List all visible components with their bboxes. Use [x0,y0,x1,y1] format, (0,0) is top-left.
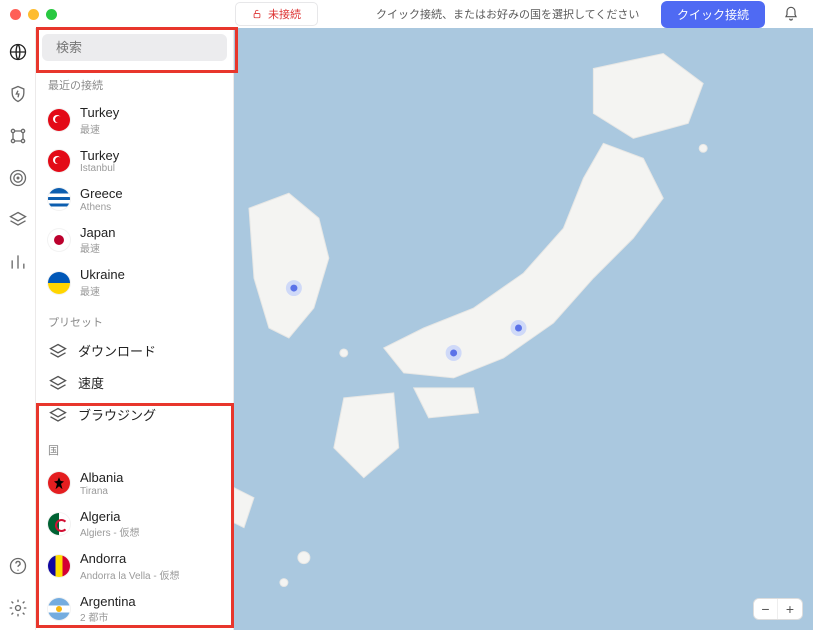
layers-icon[interactable] [8,210,28,230]
titlebar: 未接続 クイック接続、またはお好みの国を選択してください クイック接続 [0,0,813,28]
recent-item[interactable]: TurkeyIstanbul [36,142,233,181]
window-controls [10,9,57,20]
unlocked-icon [252,9,262,19]
flag-icon [48,188,70,210]
preset-name: 速度 [78,376,104,392]
preset-item[interactable]: 速度 [36,368,233,400]
country-sub: 2 都市 [80,609,136,624]
map-view[interactable]: − + [234,28,813,630]
country-sub: 最速 [80,240,115,255]
title-message: クイック接続、またはお好みの国を選択してください [376,6,639,22]
presets-section-label: プリセット [36,304,233,336]
country-sub: Algiers - 仮想 [80,524,139,539]
maximize-window-button[interactable] [46,9,57,20]
country-name: Japan [80,225,115,241]
notifications-icon[interactable] [783,6,799,22]
country-name: Ukraine [80,267,125,283]
flag-icon [48,472,70,494]
country-sub: 最速 [80,121,119,136]
flag-icon [48,513,70,535]
country-name: Greece [80,186,123,202]
flag-icon [48,598,70,620]
connection-status-pill: 未接続 [235,2,318,26]
layers-icon [48,342,68,362]
country-name: Argentina [80,594,136,610]
icon-sidebar [0,28,36,630]
preset-name: ブラウジング [78,408,156,424]
country-item[interactable]: AndorraAndorra la Vella - 仮想 [36,545,233,588]
search-field[interactable] [42,34,227,61]
minimize-window-button[interactable] [28,9,39,20]
flag-icon [48,555,70,577]
globe-icon[interactable] [8,42,28,62]
flag-icon [48,272,70,294]
country-sub: 最速 [80,283,125,298]
country-name: Albania [80,470,123,486]
country-sub: Istanbul [80,163,119,174]
stats-icon[interactable] [8,252,28,272]
country-item[interactable]: AlgeriaAlgiers - 仮想 [36,503,233,546]
shield-bolt-icon[interactable] [8,84,28,104]
target-icon[interactable] [8,168,28,188]
preset-item[interactable]: ダウンロード [36,336,233,368]
countries-section-label: 国 [36,432,233,464]
zoom-out-button[interactable]: − [754,599,778,619]
country-name: Turkey [80,105,119,121]
help-icon[interactable] [8,556,28,576]
country-name: Andorra [80,551,180,567]
country-sub: Athens [80,202,123,213]
flag-icon [48,229,70,251]
close-window-button[interactable] [10,9,21,20]
country-name: Turkey [80,148,119,164]
connection-status-text: 未接続 [268,6,301,22]
zoom-controls: − + [753,598,803,620]
search-input[interactable] [56,40,232,55]
recent-item[interactable]: Japan最速 [36,219,233,262]
country-name: Algeria [80,509,139,525]
recent-item[interactable]: Ukraine最速 [36,261,233,304]
mesh-icon[interactable] [8,126,28,146]
recent-section-label: 最近の接続 [36,67,233,99]
location-sidebar: 最近の接続 Turkey最速TurkeyIstanbulGreeceAthens… [36,28,234,630]
preset-name: ダウンロード [78,344,156,360]
flag-icon [48,150,70,172]
country-sub: Tirana [80,486,123,497]
layers-icon [48,374,68,394]
country-item[interactable]: AlbaniaTirana [36,464,233,503]
country-sub: Andorra la Vella - 仮想 [80,567,180,582]
layers-icon [48,406,68,426]
preset-item[interactable]: ブラウジング [36,400,233,432]
recent-item[interactable]: GreeceAthens [36,180,233,219]
zoom-in-button[interactable]: + [778,599,802,619]
settings-icon[interactable] [8,598,28,618]
flag-icon [48,109,70,131]
quick-connect-button[interactable]: クイック接続 [661,1,765,28]
country-item[interactable]: Argentina2 都市 [36,588,233,630]
recent-item[interactable]: Turkey最速 [36,99,233,142]
